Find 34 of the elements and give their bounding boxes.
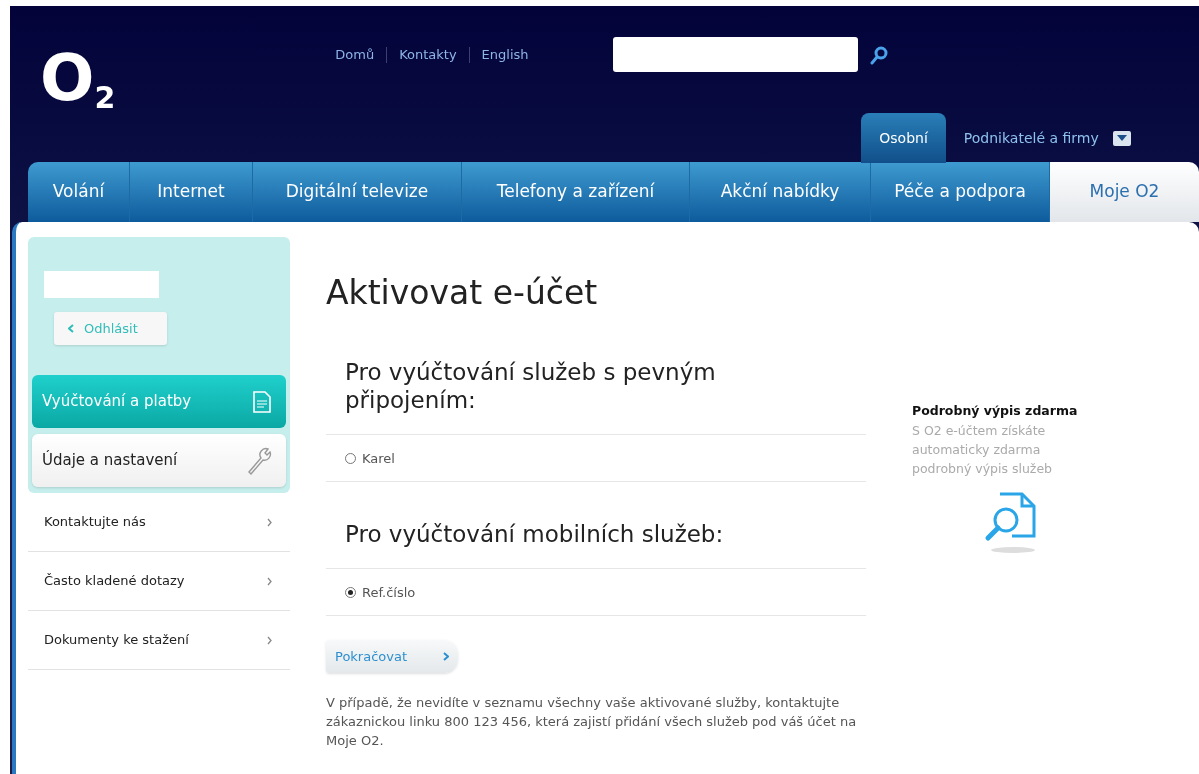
sidebar-account-item[interactable]: Údaje a nastavení [32,434,286,487]
nav-tab[interactable]: Internet [130,162,253,222]
chevron-right-icon [267,576,272,586]
nav-tab[interactable]: Telefony a zařízení [462,162,690,222]
chevron-right-icon [443,652,449,662]
nav-tab[interactable]: Akční nabídky [690,162,871,222]
search-icon[interactable] [868,44,889,65]
nav-tab[interactable]: Digitální televize [253,162,462,222]
info-paragraph: V případě, že nevidíte v seznamu všechny vaše aktivované služby, kontaktujte zákaznickou linku 800 123 456, která zajistí přidání všech služeb pod váš účet na Moje O2. [326,694,858,751]
dropdown-icon[interactable] [1112,130,1131,146]
sidebar-link[interactable]: Dokumenty ke stažení [28,611,290,670]
chevron-right-icon [267,635,272,645]
wrench-icon [246,446,272,475]
promo-text: S O2 e-účtem získáte automaticky zdarma podrobný výpis služeb [912,421,1054,478]
header-link[interactable]: Kontakty [399,44,457,65]
nav-tab[interactable]: Moje O2 [1050,162,1199,222]
header-link[interactable]: Domů [335,44,375,65]
segment-tab[interactable]: Osobní [861,113,946,163]
nav-tab[interactable]: Péče a podpora [871,162,1050,222]
sidebar-link[interactable]: Kontaktujte nás [28,493,290,552]
nav-tab[interactable]: Volání [28,162,130,222]
page-title: Aktivovat e-účet [326,272,599,314]
section-heading: Pro vyúčtování služeb s pevným připojením: [326,348,866,436]
chevron-left-icon [68,324,74,333]
radio-option[interactable]: Karel [326,435,866,483]
section-heading: Pro vyúčtování mobilních služeb: [326,510,866,570]
radio-option[interactable]: Ref.číslo [326,569,866,617]
promo-title: Podrobný výpis zdarma [912,402,1079,420]
search-field[interactable] [612,37,858,72]
document-icon [252,389,272,414]
sidebar-link[interactable]: Často kladené dotazy [28,552,290,611]
chevron-right-icon [267,517,272,527]
header-link[interactable]: English [481,44,529,65]
logo[interactable]: O$_{2}$ [40,46,116,126]
